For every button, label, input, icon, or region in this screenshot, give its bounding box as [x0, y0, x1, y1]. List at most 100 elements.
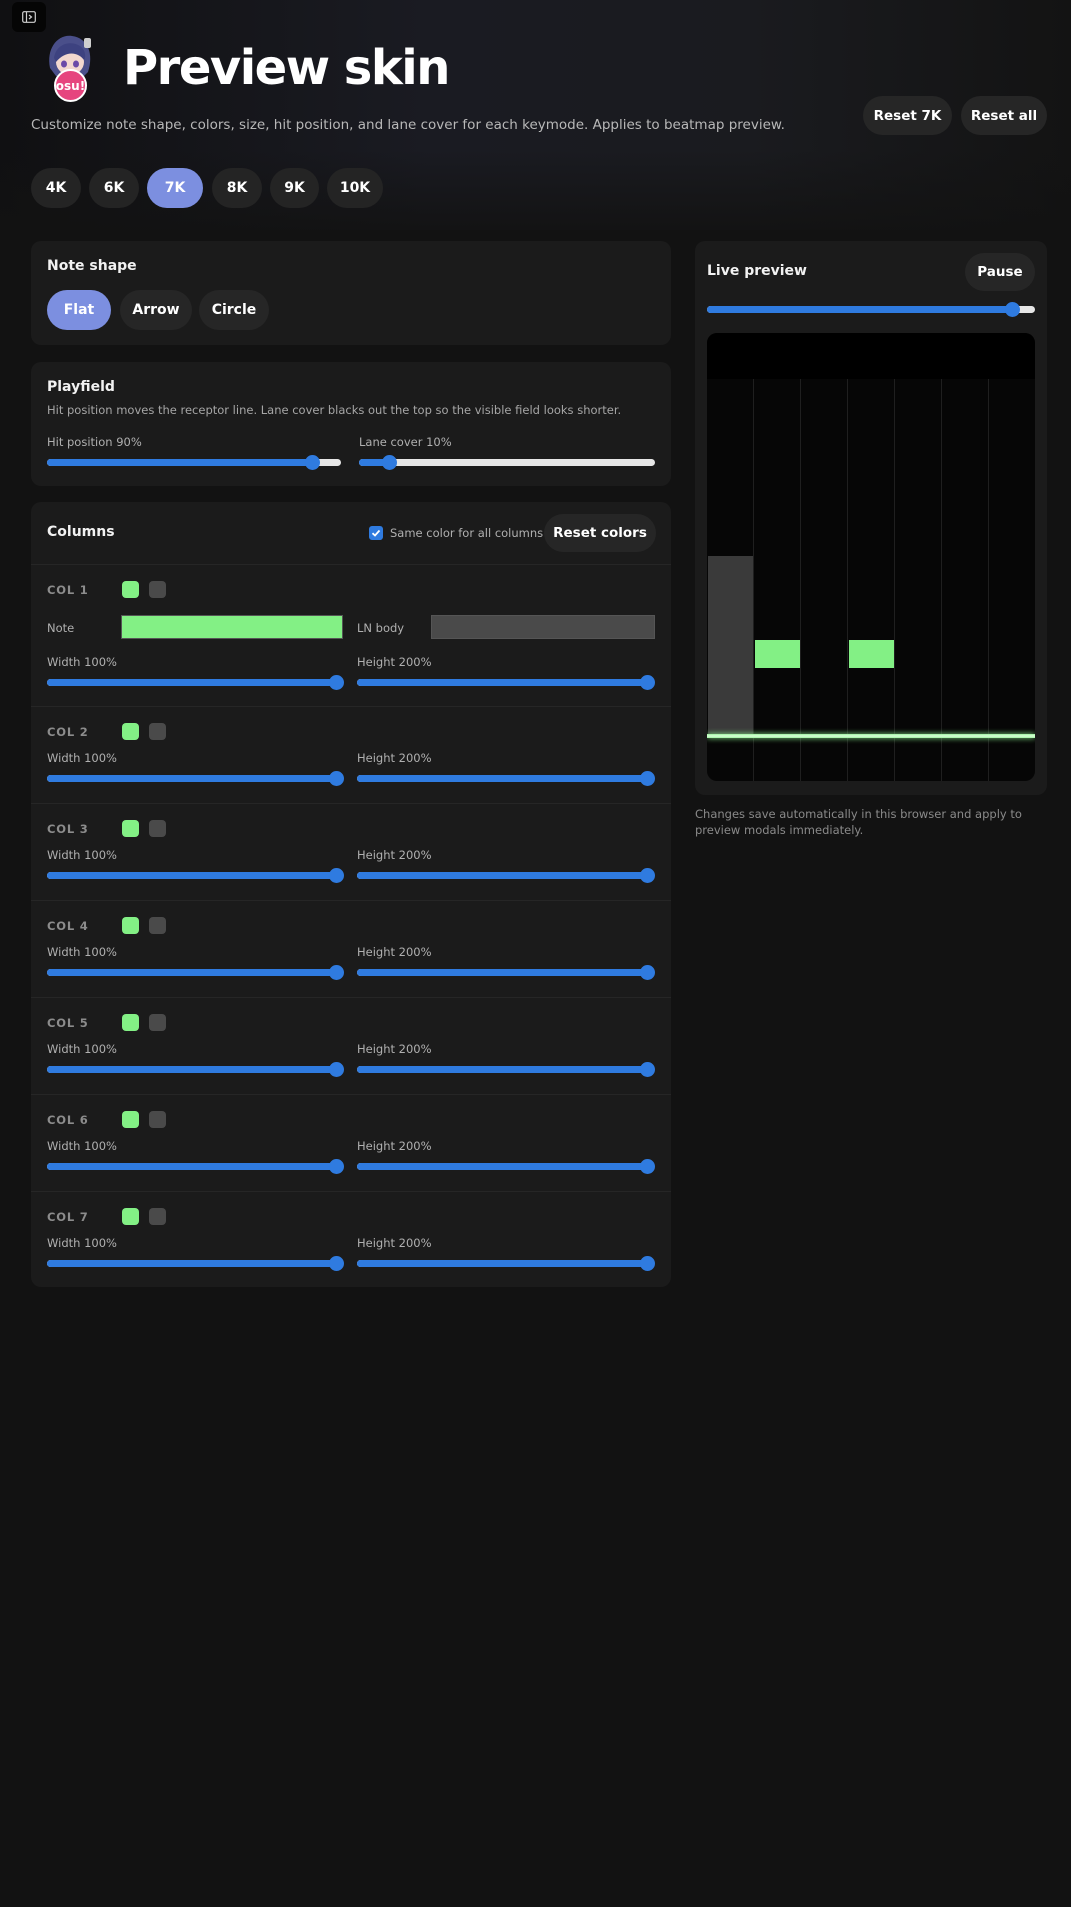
hit-position-slider[interactable]	[47, 454, 341, 470]
playfield-description: Hit position moves the receptor line. La…	[47, 403, 622, 417]
column-row-4: COL 4 Width 100% Height 200%	[31, 900, 671, 997]
ln-body-color-label: LN body	[357, 621, 405, 635]
height-label: Height 200%	[357, 1139, 432, 1153]
height-slider[interactable]	[357, 1158, 655, 1174]
lane-cover-slider[interactable]	[359, 454, 655, 470]
note-color-label: Note	[47, 621, 75, 635]
height-label: Height 200%	[357, 848, 432, 862]
ln-color-swatch[interactable]	[149, 1208, 166, 1225]
width-label: Width 100%	[47, 1236, 117, 1250]
width-slider[interactable]	[47, 1158, 344, 1174]
pause-button[interactable]: Pause	[965, 253, 1035, 291]
width-slider[interactable]	[47, 1255, 344, 1271]
column-label: COL 4	[47, 919, 89, 933]
note-shape-flat[interactable]: Flat	[47, 290, 111, 330]
reset-all-button[interactable]: Reset all	[961, 96, 1047, 135]
live-preview-card: Live preview Pause	[695, 241, 1047, 795]
checkmark-icon	[371, 529, 381, 537]
width-label: Width 100%	[47, 1042, 117, 1056]
keymode-tab-6k[interactable]: 6K	[89, 168, 139, 208]
ln-body-color-picker[interactable]	[431, 615, 655, 639]
osu-badge-text: osu!	[55, 78, 86, 93]
preview-note	[755, 640, 800, 668]
height-slider[interactable]	[357, 867, 655, 883]
note-shape-arrow[interactable]: Arrow	[120, 290, 192, 330]
lane-cover-label: Lane cover 10%	[359, 435, 452, 449]
width-slider[interactable]	[47, 867, 344, 883]
keymode-tab-9k[interactable]: 9K	[270, 168, 319, 208]
keymode-tab-8k[interactable]: 8K	[212, 168, 262, 208]
note-shape-title: Note shape	[47, 258, 137, 274]
height-label: Height 200%	[357, 945, 432, 959]
keymode-tab-10k[interactable]: 10K	[327, 168, 383, 208]
note-color-swatch[interactable]	[122, 1208, 139, 1225]
column-label: COL 1	[47, 583, 89, 597]
note-shape-circle[interactable]: Circle	[199, 290, 269, 330]
ln-color-swatch[interactable]	[149, 723, 166, 740]
column-label: COL 7	[47, 1210, 89, 1224]
note-color-swatch[interactable]	[122, 1111, 139, 1128]
height-slider[interactable]	[357, 1255, 655, 1271]
width-slider[interactable]	[47, 674, 344, 690]
lane	[754, 379, 801, 781]
ln-color-swatch[interactable]	[149, 581, 166, 598]
preview-progress-slider[interactable]	[707, 301, 1035, 317]
osu-badge: osu!	[54, 69, 87, 102]
width-label: Width 100%	[47, 751, 117, 765]
receptor-line	[707, 734, 1035, 738]
width-slider[interactable]	[47, 964, 344, 980]
height-label: Height 200%	[357, 751, 432, 765]
note-color-swatch[interactable]	[122, 723, 139, 740]
column-label: COL 5	[47, 1016, 89, 1030]
height-slider[interactable]	[357, 674, 655, 690]
reset-colors-button[interactable]: Reset colors	[544, 514, 656, 552]
columns-card: Columns Same color for all columns Reset…	[31, 502, 671, 1287]
height-slider[interactable]	[357, 964, 655, 980]
sidebar-toggle-button[interactable]	[12, 2, 46, 32]
live-preview-title: Live preview	[707, 263, 807, 279]
lane	[942, 379, 989, 781]
width-label: Width 100%	[47, 945, 117, 959]
note-color-picker[interactable]	[121, 615, 343, 639]
keymode-tab-7k[interactable]: 7K	[147, 168, 203, 208]
lane	[801, 379, 848, 781]
page-title: Preview skin	[123, 40, 450, 96]
columns-title: Columns	[47, 524, 115, 540]
column-label: COL 2	[47, 725, 89, 739]
reset-keymode-button[interactable]: Reset 7K	[863, 96, 952, 135]
sidebar-icon	[22, 11, 36, 23]
same-color-checkbox[interactable]	[369, 526, 383, 540]
note-color-swatch[interactable]	[122, 820, 139, 837]
note-color-swatch[interactable]	[122, 581, 139, 598]
ln-color-swatch[interactable]	[149, 917, 166, 934]
height-label: Height 200%	[357, 655, 432, 669]
preview-playfield	[707, 333, 1035, 781]
note-shape-card: Note shape Flat Arrow Circle	[31, 241, 671, 345]
width-label: Width 100%	[47, 848, 117, 862]
lane	[989, 379, 1035, 781]
ln-color-swatch[interactable]	[149, 820, 166, 837]
column-row-3: COL 3 Width 100% Height 200%	[31, 803, 671, 900]
height-label: Height 200%	[357, 1236, 432, 1250]
height-label: Height 200%	[357, 1042, 432, 1056]
long-note-body	[708, 556, 753, 736]
width-label: Width 100%	[47, 1139, 117, 1153]
lane	[895, 379, 942, 781]
width-slider[interactable]	[47, 1061, 344, 1077]
height-slider[interactable]	[357, 770, 655, 786]
note-color-swatch[interactable]	[122, 1014, 139, 1031]
column-row-1: COL 1 Note LN body Width 100% Height 200…	[31, 564, 671, 704]
playfield-card: Playfield Hit position moves the recepto…	[31, 362, 671, 486]
note-color-swatch[interactable]	[122, 917, 139, 934]
ln-color-swatch[interactable]	[149, 1014, 166, 1031]
height-slider[interactable]	[357, 1061, 655, 1077]
width-slider[interactable]	[47, 770, 344, 786]
ln-color-swatch[interactable]	[149, 1111, 166, 1128]
keymode-tab-4k[interactable]: 4K	[31, 168, 81, 208]
column-row-2: COL 2 Width 100% Height 200%	[31, 706, 671, 803]
playfield-title: Playfield	[47, 379, 115, 395]
column-row-6: COL 6 Width 100% Height 200%	[31, 1094, 671, 1191]
lane	[848, 379, 895, 781]
width-label: Width 100%	[47, 655, 117, 669]
same-color-label: Same color for all columns	[390, 526, 544, 540]
